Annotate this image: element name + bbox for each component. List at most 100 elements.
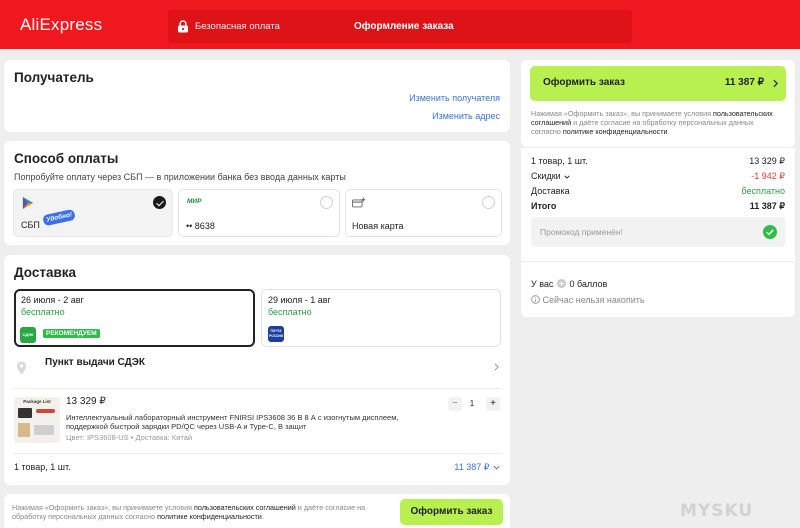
- payment-option-new-card[interactable]: Новая карта: [345, 189, 502, 237]
- summary-total-label: Итого: [531, 201, 557, 211]
- product-meta: Цвет: IPS3608-US • Доставка: Китай: [66, 433, 193, 442]
- price-breakdown-card: 1 товар, 1 шт. 13 329 ₽ Скидки -1 942 ₽ …: [521, 147, 795, 317]
- delivery-title: Доставка: [14, 265, 77, 280]
- place-order-label: Оформить заказ: [543, 77, 625, 88]
- cdek-logo: СДЭК: [20, 327, 36, 343]
- points-prefix: У вас: [531, 279, 554, 289]
- delivery-card: Доставка 26 июля - 2 авг бесплатно СДЭК …: [4, 255, 510, 485]
- product-image-device: [18, 408, 32, 418]
- items-count: 1 товар, 1 шт.: [14, 462, 71, 472]
- terms-text: Нажимая «Оформить заказ», вы принимаете …: [12, 503, 194, 512]
- payment-card: Способ оплаты Попробуйте оплату через СБ…: [4, 141, 510, 245]
- terms-text: и даёте согласие на обработку персональн…: [571, 118, 754, 127]
- pickup-point-row[interactable]: Пункт выдачи СДЭК: [14, 353, 501, 379]
- pickup-point-label: Пункт выдачи СДЭК: [45, 357, 145, 368]
- chevron-down-icon: [493, 465, 500, 470]
- terms-text: и даёте согласие на: [295, 503, 366, 512]
- product-image-caption: Package List: [23, 399, 51, 404]
- points-coin-icon: [556, 279, 566, 288]
- mir-logo: МИР: [187, 198, 202, 205]
- payment-subtitle: Попробуйте оплату через СБП — в приложен…: [14, 172, 346, 182]
- change-address-link[interactable]: Изменить адрес: [432, 111, 500, 121]
- delivery-option-russian-post[interactable]: 29 июля - 1 авг бесплатно ПОЧТА РОССИИ: [261, 289, 501, 347]
- mir-card-number: •• 8638: [186, 221, 215, 231]
- delivery-option-cdek[interactable]: 26 июля - 2 авг бесплатно СДЭК РЕКОМЕНДУ…: [14, 289, 255, 347]
- bottom-checkout-bar: Нажимая «Оформить заказ», вы принимаете …: [4, 494, 510, 528]
- user-agreements-link[interactable]: пользовательских соглашений: [194, 503, 296, 512]
- map-pin-icon: [16, 361, 27, 375]
- delivery-price: бесплатно: [268, 307, 312, 317]
- promo-status: Промокод применён!: [540, 227, 623, 237]
- recommended-badge: РЕКОМЕНДУЕМ: [43, 329, 100, 338]
- chevron-right-icon: [773, 79, 778, 88]
- place-order-label: Оформить заказ: [410, 506, 493, 517]
- payment-title: Способ оплаты: [14, 151, 119, 166]
- change-recipient-link[interactable]: Изменить получателя: [409, 93, 500, 103]
- product-image-box: [18, 423, 30, 437]
- privacy-policy-link[interactable]: политике конфиденциальности: [563, 127, 668, 136]
- product-item: Package List 13 329 ₽ Интеллектуальный л…: [14, 394, 501, 446]
- terms-text: обработку персональных данных согласно: [12, 512, 158, 521]
- product-image[interactable]: Package List: [14, 397, 60, 443]
- product-image-parts: [34, 425, 54, 435]
- secure-payment-label: Безопасная оплата: [195, 21, 280, 32]
- items-total-toggle[interactable]: 11 387 ₽: [454, 462, 500, 473]
- product-image-cable: [36, 409, 55, 413]
- privacy-policy-link[interactable]: политике конфиденциальности: [157, 512, 262, 521]
- quantity-decrease-button[interactable]: −: [448, 397, 462, 411]
- payment-option-sbp[interactable]: СБП Удобно!: [13, 189, 173, 237]
- product-price: 13 329 ₽: [66, 396, 106, 407]
- page-title: Оформление заказа: [354, 21, 454, 32]
- sbp-badge: Удобно!: [42, 208, 77, 227]
- points-value: 0 баллов: [569, 279, 608, 289]
- summary-delivery-value: бесплатно: [741, 186, 785, 196]
- product-name-line1[interactable]: Интеллектуальный лабораторный инструмент…: [66, 413, 398, 422]
- terms-text: .: [261, 512, 264, 521]
- delivery-dates: 29 июля - 1 авг: [268, 295, 331, 305]
- summary-discount-label: Скидки: [531, 171, 561, 181]
- sbp-radio[interactable]: [153, 196, 166, 209]
- user-agreements-link[interactable]: соглашений: [531, 118, 571, 127]
- check-circle-icon: [763, 225, 777, 239]
- sbp-icon: [22, 197, 34, 209]
- header-bar: Безопасная оплата Оформление заказа: [168, 10, 632, 43]
- points-note: Сейчас нельзя накопить: [531, 295, 645, 305]
- divider: [14, 388, 501, 389]
- chevron-right-icon: [494, 363, 499, 371]
- summary-items-value: 13 329 ₽: [749, 156, 785, 166]
- watermark: MYSKU: [680, 501, 754, 521]
- bottom-terms-text: Нажимая «Оформить заказ», вы принимаете …: [12, 503, 392, 521]
- summary-discount-toggle[interactable]: Скидки: [531, 171, 570, 181]
- app-header: AliExpress Безопасная оплата Оформление …: [0, 0, 800, 49]
- lock-icon: [178, 20, 188, 33]
- mir-radio[interactable]: [320, 196, 333, 209]
- delivery-dates: 26 июля - 2 авг: [21, 295, 84, 305]
- place-order-button[interactable]: Оформить заказ 11 387 ₽: [530, 66, 786, 101]
- product-name-line2[interactable]: поддержкой быстрой зарядки PD/QC через U…: [66, 422, 306, 431]
- promo-code-field[interactable]: Промокод применён!: [531, 217, 785, 247]
- place-order-button-bottom[interactable]: Оформить заказ: [400, 499, 503, 525]
- divider: [14, 453, 501, 454]
- summary-items-label: 1 товар, 1 шт.: [531, 156, 588, 166]
- chevron-down-icon: [564, 175, 570, 179]
- divider: [521, 261, 795, 262]
- info-icon: [531, 295, 540, 304]
- user-agreements-link[interactable]: пользовательских: [713, 109, 773, 118]
- summary-discount-value: -1 942 ₽: [751, 171, 785, 181]
- delivery-price: бесплатно: [21, 307, 65, 317]
- recipient-card: Получатель Изменить получателя Изменить …: [4, 60, 510, 132]
- new-card-radio[interactable]: [482, 196, 495, 209]
- aliexpress-logo[interactable]: AliExpress: [20, 15, 102, 35]
- order-summary-card: Оформить заказ 11 387 ₽ Нажимая «Оформит…: [521, 60, 795, 147]
- items-total: 11 387 ₽: [454, 462, 490, 472]
- payment-option-mir-card[interactable]: МИР •• 8638: [178, 189, 340, 237]
- russian-post-logo: ПОЧТА РОССИИ: [268, 326, 284, 342]
- quantity-value[interactable]: 1: [467, 399, 477, 408]
- add-card-icon: [352, 197, 366, 208]
- sbp-label: СБП: [21, 220, 40, 230]
- terms-text: согласно: [531, 127, 563, 136]
- summary-terms-text: Нажимая «Оформить заказ», вы принимаете …: [531, 109, 789, 136]
- summary-delivery-label: Доставка: [531, 186, 570, 196]
- points-balance: У вас 0 баллов: [531, 279, 607, 289]
- quantity-increase-button[interactable]: +: [486, 397, 500, 411]
